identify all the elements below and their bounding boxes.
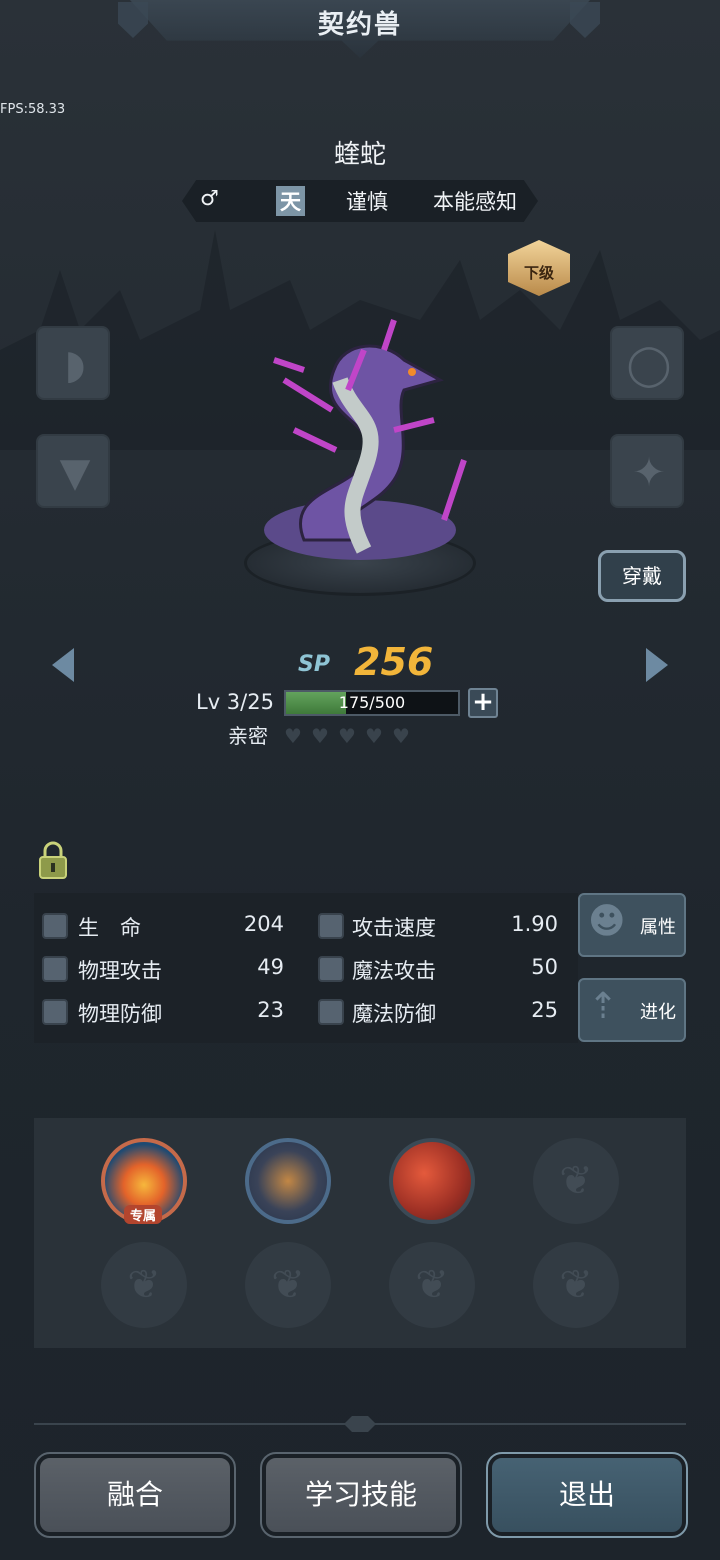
amulet-icon: ✦ <box>632 450 666 496</box>
level-text: Lv 3/25 <box>196 690 274 714</box>
stat-value: 50 <box>531 955 558 979</box>
lock-icon[interactable] <box>38 840 68 880</box>
learn-skill-button[interactable]: 学习技能 <box>260 1452 462 1538</box>
fuse-button[interactable]: 融合 <box>34 1452 236 1538</box>
empty-skill-slot-icon[interactable]: ❦ <box>245 1242 331 1328</box>
heart-icon: ♥ <box>365 724 383 748</box>
head-profile-icon: ☻ <box>588 901 626 942</box>
divider-ornament <box>344 1416 376 1432</box>
grade-label: 下级 <box>523 264 554 282</box>
next-pet-arrow-icon[interactable] <box>646 648 668 682</box>
stat-label: 物理防御 <box>78 1002 162 1026</box>
add-xp-button[interactable]: + <box>468 688 498 718</box>
attributes-label: 属性 <box>640 917 676 938</box>
stat-label: 生 命 <box>78 916 141 940</box>
exclusive-tag: 专属 <box>124 1205 163 1224</box>
empty-skill-slot-icon[interactable]: ❦ <box>101 1242 187 1328</box>
pet-name: 蝰蛇 <box>333 140 386 170</box>
equip-slot-accessory[interactable]: ✦ <box>610 434 684 508</box>
heart-icon: ♥ <box>284 724 302 748</box>
empty-skill-slot-icon[interactable]: ❦ <box>533 1138 619 1224</box>
prev-pet-arrow-icon[interactable] <box>52 648 74 682</box>
stat-value: 23 <box>257 998 284 1022</box>
pet-viper-image[interactable] <box>244 310 476 580</box>
heart-icon: ♥ <box>338 724 356 748</box>
empty-skill-slot-icon[interactable]: ❦ <box>533 1242 619 1328</box>
stat-value: 25 <box>531 998 558 1022</box>
shield-stat-icon <box>42 999 68 1025</box>
ring-icon: ◯ <box>626 342 672 388</box>
stat-value: 1.90 <box>511 912 558 936</box>
wear-button[interactable]: 穿戴 <box>598 550 686 602</box>
helmet-icon: ◗ <box>64 342 86 388</box>
magic-shield-stat-icon <box>318 999 344 1025</box>
evolve-label: 进化 <box>640 1002 676 1023</box>
affinity-label: 亲密 <box>228 724 268 748</box>
stat-value: 204 <box>243 912 284 936</box>
stat-label: 魔法攻击 <box>352 959 436 983</box>
stat-label: 魔法防御 <box>352 1002 436 1026</box>
male-gender-icon: ♂ <box>200 186 219 210</box>
trait-instinct[interactable]: 本能感知 <box>433 186 517 216</box>
heart-icon: ♥ <box>392 724 410 748</box>
empty-skill-slot-icon[interactable]: ❦ <box>389 1242 475 1328</box>
stat-value: 49 <box>257 955 284 979</box>
stat-label: 攻击速度 <box>352 916 436 940</box>
speed-stat-icon <box>318 913 344 939</box>
equip-slot-armor[interactable]: ▼ <box>36 434 110 508</box>
evolve-button[interactable]: ⇡ 进化 <box>578 978 686 1042</box>
heart-stat-icon <box>42 913 68 939</box>
stat-label: 物理攻击 <box>78 959 162 983</box>
element-badge: 天 <box>276 186 305 216</box>
fps-counter: FPS:58.33 <box>0 102 66 117</box>
sp-label: SP <box>298 652 330 677</box>
page-title: 契约兽 <box>317 10 402 40</box>
sp-value: 256 <box>354 640 434 684</box>
sword-stat-icon <box>42 956 68 982</box>
heart-icon: ♥ <box>311 724 329 748</box>
skill-axe-icon[interactable] <box>389 1138 475 1224</box>
exit-button[interactable]: 退出 <box>486 1452 688 1538</box>
equip-slot-helmet[interactable]: ◗ <box>36 326 110 400</box>
wand-stat-icon <box>318 956 344 982</box>
attributes-button[interactable]: ☻ 属性 <box>578 893 686 957</box>
xp-bar: 175/500 <box>284 690 460 716</box>
equip-slot-ring[interactable]: ◯ <box>610 326 684 400</box>
xp-text: 175/500 <box>338 693 406 712</box>
skill-claw-icon[interactable] <box>245 1138 331 1224</box>
armor-icon: ▼ <box>59 450 91 496</box>
trait-personality[interactable]: 谨慎 <box>346 186 388 216</box>
evolve-icon: ⇡ <box>588 986 619 1027</box>
